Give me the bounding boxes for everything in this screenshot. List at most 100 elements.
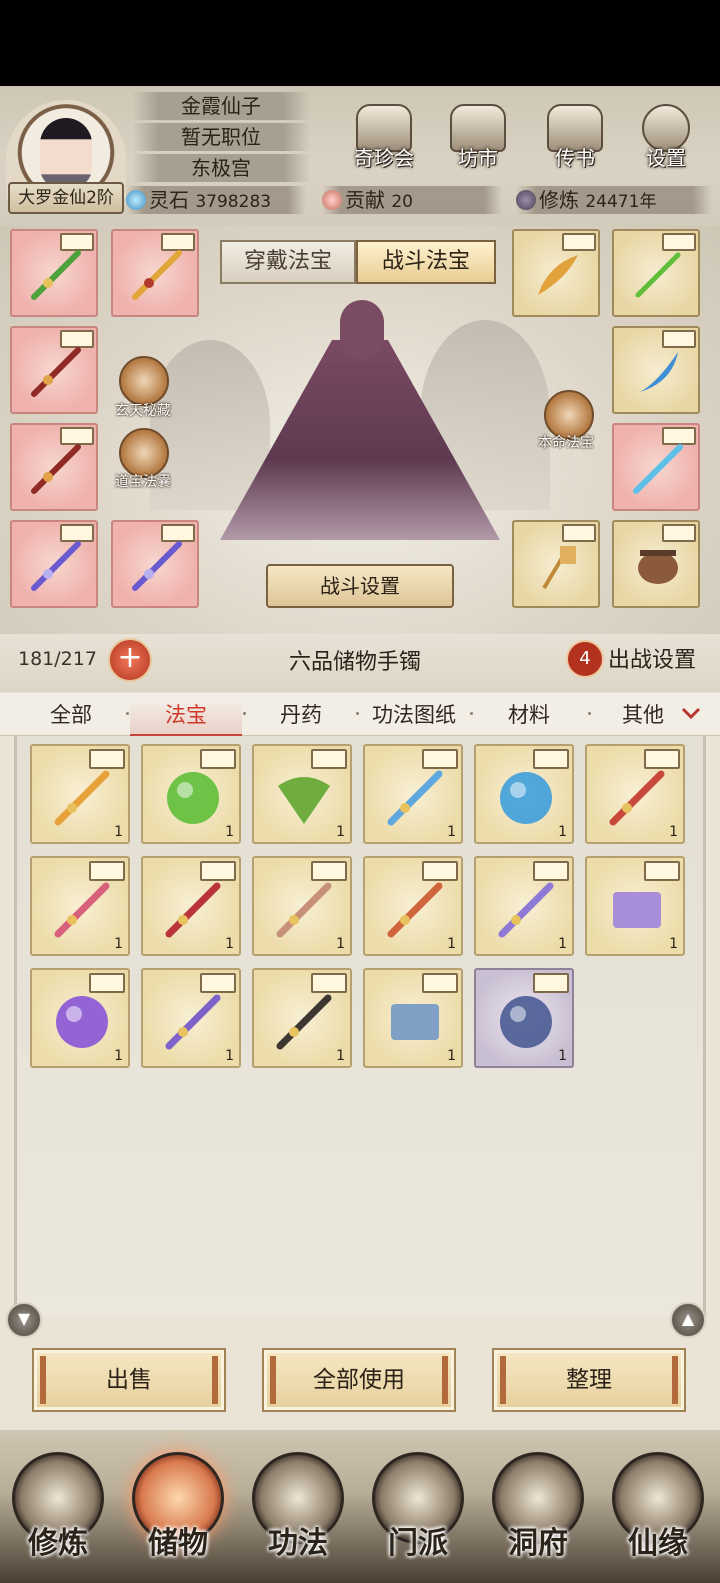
equip-slot[interactable] — [512, 229, 600, 317]
equip-slot[interactable] — [612, 326, 700, 414]
battle-settings-button[interactable]: 战斗设置 — [266, 564, 454, 608]
water-orb-icon — [500, 772, 552, 824]
equip-slot[interactable] — [10, 326, 98, 414]
equip-slot[interactable] — [512, 520, 600, 608]
item-quantity: 1 — [225, 936, 234, 952]
ice-blade-icon — [640, 352, 678, 392]
sell-button[interactable]: 出售 — [32, 1348, 226, 1412]
deploy-settings-button[interactable]: 出战设置 — [608, 642, 696, 674]
cultivation-value: 24471年 — [585, 192, 657, 212]
player-sect: 东极宫 — [132, 154, 310, 182]
item-quantity: 1 — [447, 824, 456, 840]
contribution-value: 20 — [391, 192, 413, 212]
equip-slot[interactable] — [10, 520, 98, 608]
axe-icon — [542, 546, 576, 590]
settings-button[interactable]: 设置 — [628, 104, 704, 174]
spirit-sword-icon — [132, 541, 182, 591]
contribution-resource: 贡献 20 — [322, 186, 502, 214]
inventory-item[interactable]: 1 — [585, 744, 685, 844]
nav-label: 门派 — [388, 1526, 448, 1561]
inventory-item[interactable]: 1 — [141, 744, 241, 844]
market-label: 坊市 — [458, 146, 498, 170]
spirit-stone-label: 灵石 — [149, 188, 189, 212]
tab-battle-treasure[interactable]: 战斗法宝 — [356, 240, 496, 284]
scroll-up-button[interactable]: ▲ — [670, 1302, 706, 1338]
deploy-count-badge: 4 — [566, 640, 604, 678]
chevron-down-icon[interactable] — [680, 703, 702, 723]
inventory-item[interactable]: 1 — [363, 968, 463, 1068]
mail-button[interactable]: 传书 — [537, 104, 613, 174]
equip-slot[interactable] — [612, 520, 700, 608]
use-all-button[interactable]: 全部使用 — [262, 1348, 456, 1412]
gold-sword-icon — [132, 250, 182, 300]
leaf-fan-icon — [278, 777, 330, 824]
player-name: 金霞仙子 — [132, 92, 310, 120]
equip-slot[interactable] — [10, 423, 98, 511]
pearl-orb-icon — [500, 996, 552, 1048]
item-quantity: 1 — [447, 936, 456, 952]
equip-slot[interactable] — [612, 423, 700, 511]
tab-manuals[interactable]: 功法图纸 — [362, 700, 466, 734]
item-quantity: 1 — [558, 936, 567, 952]
item-quantity: 1 — [669, 824, 678, 840]
equip-slot[interactable] — [111, 520, 199, 608]
tab-other[interactable]: 其他 — [598, 700, 688, 734]
inventory-item[interactable]: 1 — [30, 968, 130, 1068]
jade-sword-icon — [31, 250, 81, 300]
item-quantity: 1 — [336, 936, 345, 952]
equip-slot[interactable] — [10, 229, 98, 317]
inventory-item[interactable]: 1 — [474, 968, 574, 1068]
tab-all[interactable]: 全部 — [30, 700, 112, 734]
item-quantity: 1 — [114, 936, 123, 952]
purple-scroll-icon — [613, 892, 661, 928]
nav-cultivate[interactable]: 修炼 — [8, 1452, 108, 1577]
gold-dagger-icon — [538, 255, 578, 295]
market-button[interactable]: 坊市 — [440, 104, 516, 174]
inventory-item[interactable]: 1 — [474, 744, 574, 844]
scroll-down-button[interactable]: ▼ — [6, 1302, 42, 1338]
frost-sword-icon — [633, 444, 683, 494]
inventory-item[interactable]: 1 — [30, 744, 130, 844]
inventory-item[interactable]: 1 — [474, 856, 574, 956]
inventory-item[interactable]: 1 — [141, 856, 241, 956]
inventory-item[interactable]: 1 — [252, 968, 352, 1068]
tab-treasure[interactable]: 法宝 — [130, 700, 242, 737]
flame-blade-icon — [387, 882, 443, 938]
item-quantity: 1 — [114, 1048, 123, 1064]
tab-materials[interactable]: 材料 — [484, 700, 574, 734]
expand-bag-button[interactable]: + — [108, 638, 152, 682]
blue-scroll-icon — [391, 1004, 439, 1040]
tab-pills[interactable]: 丹药 — [256, 700, 346, 734]
cultivation-label: 修炼 — [539, 188, 579, 212]
inventory-item[interactable]: 1 — [363, 744, 463, 844]
equip-slot[interactable] — [612, 229, 700, 317]
treasure-fair-button[interactable]: 奇珍会 — [346, 104, 422, 174]
tab-divider — [126, 712, 129, 715]
inventory-item[interactable]: 1 — [252, 744, 352, 844]
inventory-item[interactable]: 1 — [585, 856, 685, 956]
nav-cave[interactable]: 洞府 — [488, 1452, 588, 1577]
green-orb-icon — [167, 772, 219, 824]
red-dagger-icon — [165, 882, 221, 938]
nav-label: 仙缘 — [628, 1526, 688, 1561]
inventory-item[interactable]: 1 — [30, 856, 130, 956]
inventory-item[interactable]: 1 — [363, 856, 463, 956]
mystic-vault-icon[interactable] — [119, 356, 169, 406]
nav-label: 储物 — [148, 1526, 208, 1561]
bag-capacity: 181/217 — [18, 648, 97, 670]
natal-treasure-label: 本命法宝 — [538, 435, 594, 451]
spirit-stone-value: 3798283 — [195, 192, 272, 212]
inventory-item[interactable]: 1 — [141, 968, 241, 1068]
tab-wear-treasure[interactable]: 穿戴法宝 — [220, 240, 356, 284]
player-position: 暂无职位 — [132, 123, 310, 151]
nav-sect[interactable]: 门派 — [368, 1452, 468, 1577]
equip-slot[interactable] — [111, 229, 199, 317]
inventory-item[interactable]: 1 — [252, 856, 352, 956]
item-quantity: 1 — [114, 824, 123, 840]
nav-label: 功法 — [268, 1526, 328, 1561]
cultivation-icon — [516, 190, 536, 210]
nav-storage[interactable]: 储物 — [128, 1452, 228, 1577]
sort-button[interactable]: 整理 — [492, 1348, 686, 1412]
nav-skills[interactable]: 功法 — [248, 1452, 348, 1577]
nav-fate[interactable]: 仙缘 — [608, 1452, 708, 1577]
